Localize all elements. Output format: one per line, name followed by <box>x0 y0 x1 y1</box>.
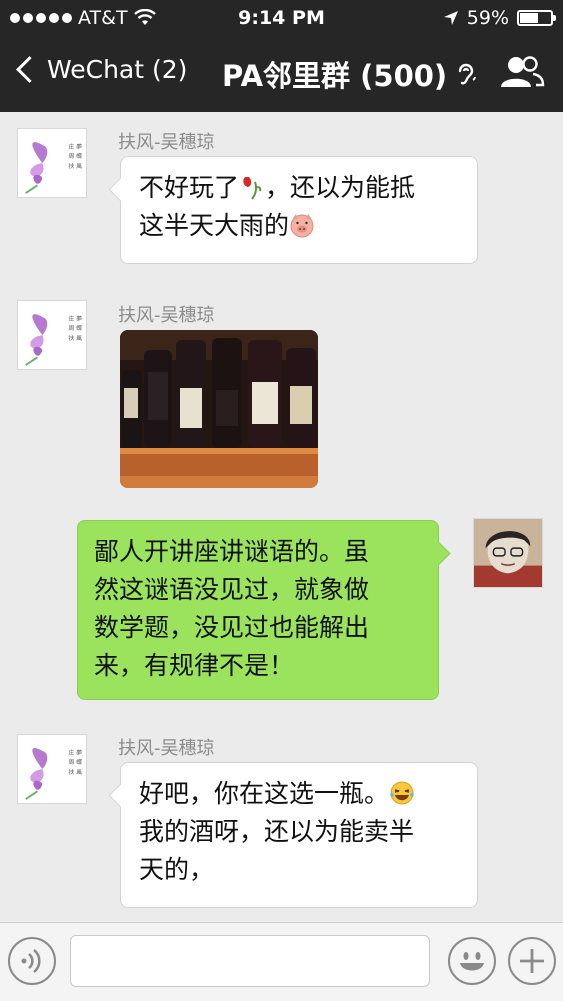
message-text: 来，有规律不是！ <box>94 651 295 680</box>
chat-title-text: PA邻里群 (500) <box>222 59 448 93</box>
chat-title: PA邻里群 (500) <box>222 53 477 95</box>
plus-icon <box>520 949 544 973</box>
message-text: 天的， <box>139 855 215 884</box>
emoji-button[interactable] <box>448 937 496 985</box>
svg-text:夢: 夢 <box>76 314 82 322</box>
message-text: 我的酒呀，还以为能卖半 <box>139 817 415 846</box>
own-message-bubble[interactable]: 鄙人开讲座讲谜语的。虽 然这谜语没见过，就象做 数学题，没见过也能解出 来，有规… <box>77 520 439 700</box>
avatar-butterfly[interactable]: 庄夢 周蝶 扶風 <box>17 128 87 198</box>
wilted-rose-emoji-icon <box>243 177 262 200</box>
battery-fill <box>520 13 538 23</box>
svg-text:風: 風 <box>76 335 82 342</box>
message-bubble[interactable]: 好吧，你在这选一瓶。 我的酒呀，还以为能卖半 天的， <box>120 762 478 908</box>
top-bar: AT&T 9:14 PM 59% WeChat (2) PA邻里群 (500) <box>0 0 563 112</box>
svg-text:周: 周 <box>69 325 75 332</box>
svg-text:蝶: 蝶 <box>76 152 82 160</box>
message-text: ，还以为能抵 <box>265 173 416 202</box>
sender-name: 扶风-吴穗琼 <box>118 738 215 759</box>
pig-face-emoji-icon <box>290 214 314 238</box>
svg-text:蝶: 蝶 <box>76 758 82 766</box>
message-line: 这半天大雨的 <box>139 207 461 245</box>
message-bubble[interactable]: 不好玩了 ，还以为能抵 这半天大雨的 <box>120 156 478 264</box>
sender-name: 扶风-吴穗琼 <box>118 132 215 153</box>
battery-icon <box>517 10 556 26</box>
svg-text:扶: 扶 <box>69 162 75 170</box>
input-bar <box>0 922 563 1001</box>
svg-text:夢: 夢 <box>76 142 82 150</box>
wine-bottles-image <box>120 330 318 488</box>
back-button[interactable]: WeChat (2) <box>14 55 187 84</box>
svg-text:扶: 扶 <box>69 334 75 342</box>
svg-text:風: 風 <box>76 769 82 776</box>
message-input[interactable] <box>70 935 430 987</box>
message-text: 这半天大雨的 <box>139 211 290 240</box>
earpiece-icon[interactable] <box>455 60 477 88</box>
svg-text:夢: 夢 <box>76 748 82 756</box>
butterfly-avatar-image: 庄夢 周蝶 扶風 <box>25 142 82 194</box>
tears-of-joy-emoji-icon <box>390 781 414 805</box>
status-bar: AT&T 9:14 PM 59% <box>0 0 563 36</box>
emoji-icon <box>460 952 484 971</box>
voice-input-icon <box>21 949 41 973</box>
more-options-button[interactable] <box>508 937 556 985</box>
back-label: WeChat (2) <box>47 55 188 84</box>
chat-area[interactable]: 庄夢 周蝶 扶風 扶风-吴穗琼 不好玩了 ，还以为能抵 这半天大雨的 庄 夢 周… <box>0 112 563 922</box>
avatar-butterfly[interactable]: 庄夢 周蝶 扶風 <box>17 300 87 370</box>
svg-text:風: 風 <box>76 163 82 170</box>
svg-text:周: 周 <box>69 759 75 766</box>
message-text: 鄙人开讲座讲谜语的。虽 <box>94 537 370 566</box>
message-line: 不好玩了 ，还以为能抵 <box>139 169 461 207</box>
voice-input-button[interactable] <box>8 937 56 985</box>
own-avatar[interactable] <box>473 518 543 588</box>
message-line: 好吧，你在这选一瓶。 <box>139 775 461 813</box>
svg-text:扶: 扶 <box>69 768 75 776</box>
location-arrow-icon <box>443 11 458 25</box>
status-right: 59% <box>443 7 556 29</box>
sender-name: 扶风-吴穗琼 <box>118 305 215 326</box>
chevron-left-icon <box>16 56 43 83</box>
group-members-icon[interactable] <box>499 54 545 90</box>
svg-text:庄: 庄 <box>69 748 75 756</box>
message-text: 不好玩了 <box>139 173 240 202</box>
svg-text:蝶: 蝶 <box>76 324 82 332</box>
message-text: 然这谜语没见过，就象做 <box>94 575 370 604</box>
message-text: 好吧，你在这选一瓶。 <box>139 779 390 808</box>
butterfly-avatar-image: 庄夢 周蝶 扶風 <box>25 748 82 800</box>
svg-text:庄: 庄 <box>69 142 75 150</box>
butterfly-avatar-image: 庄夢 周蝶 扶風 <box>25 314 82 366</box>
svg-text:庄: 庄 <box>69 314 75 322</box>
sketch-portrait-avatar-image <box>474 519 542 587</box>
svg-text:周: 周 <box>69 153 75 160</box>
navigation-bar: WeChat (2) PA邻里群 (500) <box>0 40 563 110</box>
battery-percent: 59% <box>466 7 509 29</box>
message-text: 数学题，没见过也能解出 <box>94 613 370 642</box>
avatar-butterfly[interactable]: 庄夢 周蝶 扶風 <box>17 734 87 804</box>
wine-bottles-photo[interactable] <box>120 330 318 488</box>
